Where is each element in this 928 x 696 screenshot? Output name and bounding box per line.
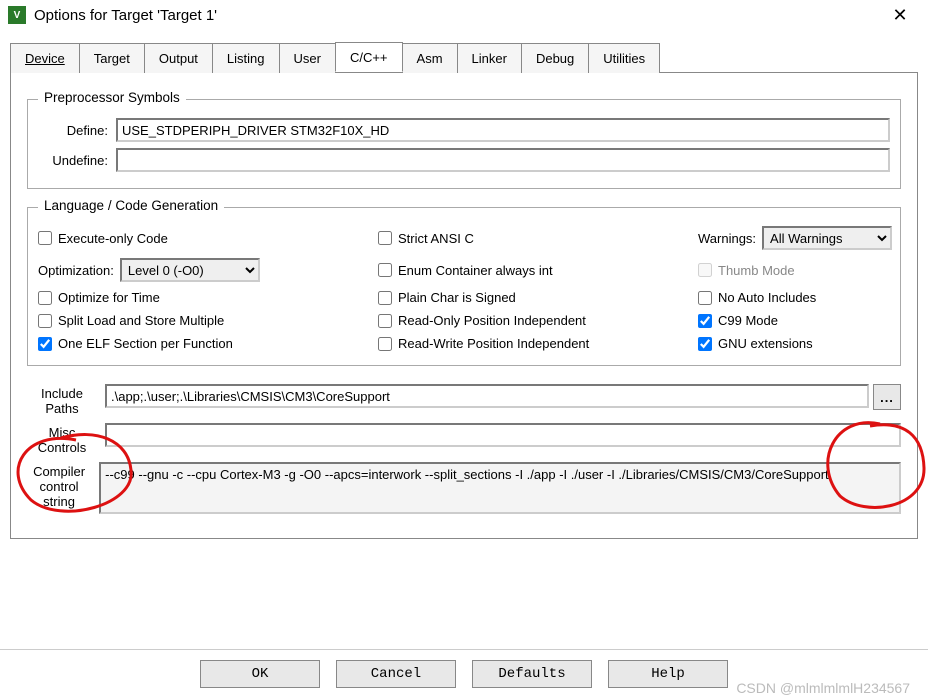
- tab-bar: Device Target Output Listing User C/C++ …: [10, 42, 918, 73]
- tab-debug[interactable]: Debug: [521, 43, 589, 73]
- cancel-button[interactable]: Cancel: [336, 660, 456, 688]
- plain-char-checkbox[interactable]: Plain Char is Signed: [378, 290, 698, 305]
- read-write-pi-checkbox[interactable]: Read-Write Position Independent: [378, 336, 698, 351]
- tab-asm[interactable]: Asm: [402, 43, 458, 73]
- define-input[interactable]: [116, 118, 890, 142]
- split-load-store-checkbox[interactable]: Split Load and Store Multiple: [38, 313, 378, 328]
- include-paths-input[interactable]: [105, 384, 869, 408]
- window-title: Options for Target 'Target 1': [34, 7, 880, 24]
- one-elf-section-checkbox[interactable]: One ELF Section per Function: [38, 336, 378, 351]
- group-preprocessor-title: Preprocessor Symbols: [38, 90, 186, 105]
- defaults-button[interactable]: Defaults: [472, 660, 592, 688]
- include-paths-browse-button[interactable]: ...: [873, 384, 901, 410]
- enum-container-checkbox[interactable]: Enum Container always int: [378, 263, 698, 278]
- c99-mode-checkbox[interactable]: C99 Mode: [698, 313, 892, 328]
- gnu-extensions-checkbox[interactable]: GNU extensions: [698, 336, 892, 351]
- ok-button[interactable]: OK: [200, 660, 320, 688]
- close-icon[interactable]: ✕: [880, 5, 920, 26]
- tab-output[interactable]: Output: [144, 43, 213, 73]
- help-button[interactable]: Help: [608, 660, 728, 688]
- undefine-input[interactable]: [116, 148, 890, 172]
- tab-listing[interactable]: Listing: [212, 43, 280, 73]
- app-icon: V: [8, 6, 26, 24]
- include-paths-label: Include Paths: [27, 384, 105, 417]
- tab-linker[interactable]: Linker: [457, 43, 522, 73]
- button-bar: OK Cancel Defaults Help: [0, 649, 928, 692]
- tab-target[interactable]: Target: [79, 43, 145, 73]
- strict-ansi-checkbox[interactable]: Strict ANSI C: [378, 231, 698, 246]
- undefine-label: Undefine:: [38, 153, 116, 168]
- read-only-pi-checkbox[interactable]: Read-Only Position Independent: [378, 313, 698, 328]
- tab-panel: Preprocessor Symbols Define: Undefine: L…: [10, 73, 918, 539]
- no-auto-includes-checkbox[interactable]: No Auto Includes: [698, 290, 892, 305]
- group-language-title: Language / Code Generation: [38, 198, 224, 213]
- misc-controls-input[interactable]: [105, 423, 901, 447]
- compiler-control-string: [99, 462, 901, 514]
- tab-device[interactable]: Device: [10, 43, 80, 73]
- tab-user[interactable]: User: [279, 43, 336, 73]
- compiler-control-string-label: Compiler control string: [27, 462, 99, 510]
- optimization-select[interactable]: Level 0 (-O0): [120, 258, 260, 282]
- tab-utilities[interactable]: Utilities: [588, 43, 660, 73]
- warnings-select[interactable]: All Warnings: [762, 226, 892, 250]
- define-label: Define:: [38, 123, 116, 138]
- optimize-time-checkbox[interactable]: Optimize for Time: [38, 290, 378, 305]
- optimization-label: Optimization:: [38, 263, 114, 278]
- titlebar: V Options for Target 'Target 1' ✕: [0, 0, 928, 30]
- group-preprocessor: Preprocessor Symbols Define: Undefine:: [27, 99, 901, 189]
- execute-only-checkbox[interactable]: Execute-only Code: [38, 231, 378, 246]
- group-language: Language / Code Generation Execute-only …: [27, 207, 901, 366]
- tab-ccpp[interactable]: C/C++: [335, 42, 403, 72]
- warnings-label: Warnings:: [698, 231, 756, 246]
- thumb-mode-checkbox: Thumb Mode: [698, 263, 892, 278]
- misc-controls-label: Misc Controls: [27, 423, 105, 456]
